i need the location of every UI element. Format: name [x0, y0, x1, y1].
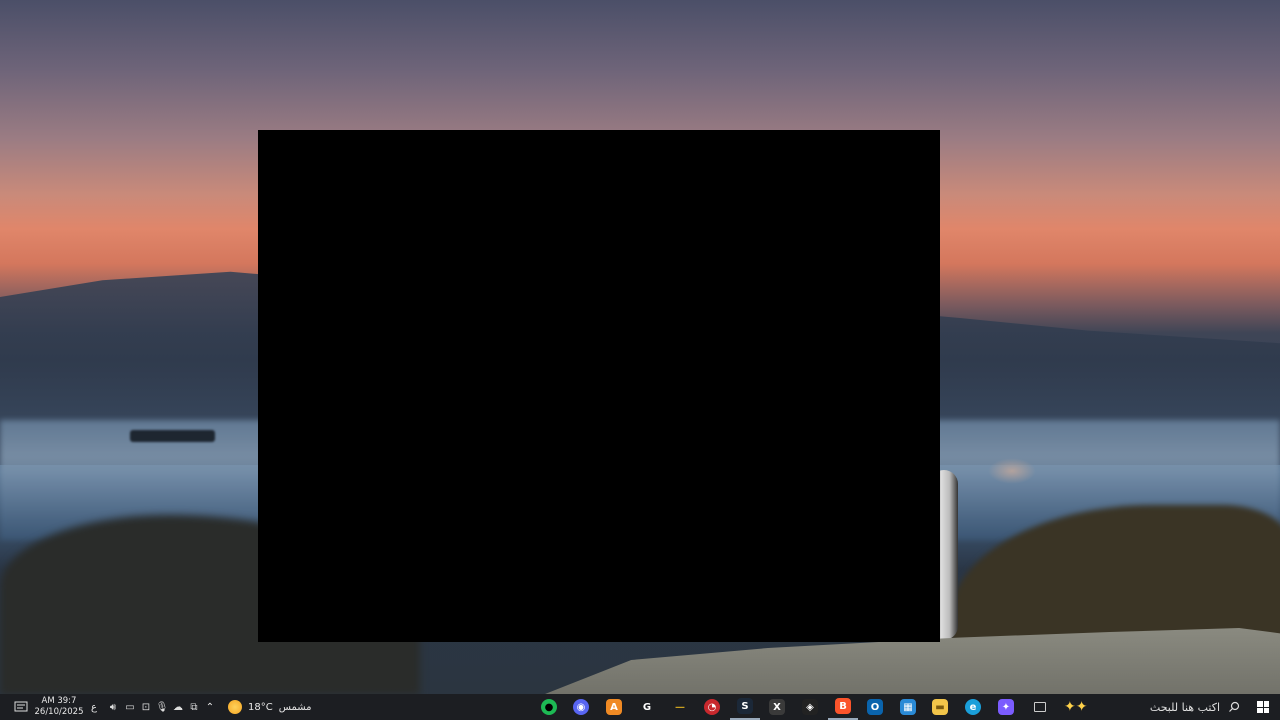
search-icon [1229, 701, 1240, 712]
clock-date: 26/10/2025 [34, 707, 84, 717]
notification-center-button[interactable] [10, 694, 32, 720]
weather-condition: مشمس [278, 701, 312, 713]
display-icon[interactable]: ▭ [123, 694, 137, 720]
microsoft-store-button[interactable]: ▦ [893, 694, 923, 720]
wallpaper-light [988, 458, 1036, 484]
clock-time: AM 39:7 [41, 696, 77, 706]
search-box[interactable]: اكتب هنا للبحث [1064, 694, 1244, 720]
weather-temperature: 18°C [248, 701, 273, 713]
spotify-icon: ● [541, 699, 557, 715]
network-icon[interactable]: ⊡ [139, 694, 153, 720]
weather-widget[interactable]: 18°C مشمس [228, 694, 312, 720]
folder-shortcut-button[interactable]: — [665, 694, 695, 720]
black-app-window[interactable] [258, 130, 940, 642]
file-explorer-button[interactable]: ▬ [925, 694, 955, 720]
spotify-app-button[interactable]: ● [534, 694, 564, 720]
ace-icon: A [606, 699, 622, 715]
steam-icon: S [737, 698, 753, 714]
speedometer-app-button[interactable]: ◔ [697, 694, 727, 720]
sun-icon [228, 700, 242, 714]
speedometer-icon: ◔ [704, 699, 720, 715]
search-placeholder: اكتب هنا للبحث [1149, 700, 1220, 714]
folder-shortcut-icon: — [675, 701, 685, 713]
folder-icon: ▬ [932, 699, 948, 715]
windows-logo-icon [1257, 701, 1269, 713]
task-view-button[interactable] [1025, 694, 1055, 720]
speaker-icon[interactable]: 🔊︎ [106, 694, 120, 720]
xbox-app-button[interactable]: X [762, 694, 792, 720]
task-view-icon [1034, 702, 1046, 712]
discord-app-button[interactable]: ◉ [566, 694, 596, 720]
start-button[interactable] [1252, 694, 1274, 720]
clock[interactable]: AM 39:7 26/10/2025 [34, 694, 84, 720]
brave-icon: B [835, 698, 851, 714]
outlook-icon: O [867, 699, 883, 715]
capture-app-button[interactable]: ◈ [795, 694, 825, 720]
grok-app-button[interactable]: G [632, 694, 662, 720]
taskbar: AM 39:7 26/10/2025 ع 🔊︎ ▭ ⊡ 🎙︎ ☁ ⧉ ⌃ 18°… [0, 694, 1280, 720]
capture-icon: ◈ [802, 699, 818, 715]
grok-icon: G [639, 699, 655, 715]
chevron-up-icon[interactable]: ⌃ [202, 694, 218, 720]
copilot-app-icon: ✦ [998, 699, 1014, 715]
steam-app-button[interactable]: S [730, 694, 760, 720]
onedrive-icon[interactable]: ☁ [171, 694, 185, 720]
store-icon: ▦ [900, 699, 916, 715]
language-indicator[interactable]: ع [87, 694, 101, 720]
copy-icon[interactable]: ⧉ [187, 694, 201, 720]
microphone-icon[interactable]: 🎙︎ [155, 694, 169, 720]
notification-icon [14, 701, 28, 712]
wallpaper-boat [130, 430, 215, 442]
edge-app-button[interactable]: e [958, 694, 988, 720]
edge-icon: e [965, 699, 981, 715]
discord-icon: ◉ [573, 699, 589, 715]
copilot-app-button[interactable]: ✦ [991, 694, 1021, 720]
brave-app-button[interactable]: B [828, 694, 858, 720]
outlook-app-button[interactable]: O [860, 694, 890, 720]
ace-app-button[interactable]: A [599, 694, 629, 720]
xbox-icon: X [769, 699, 785, 715]
